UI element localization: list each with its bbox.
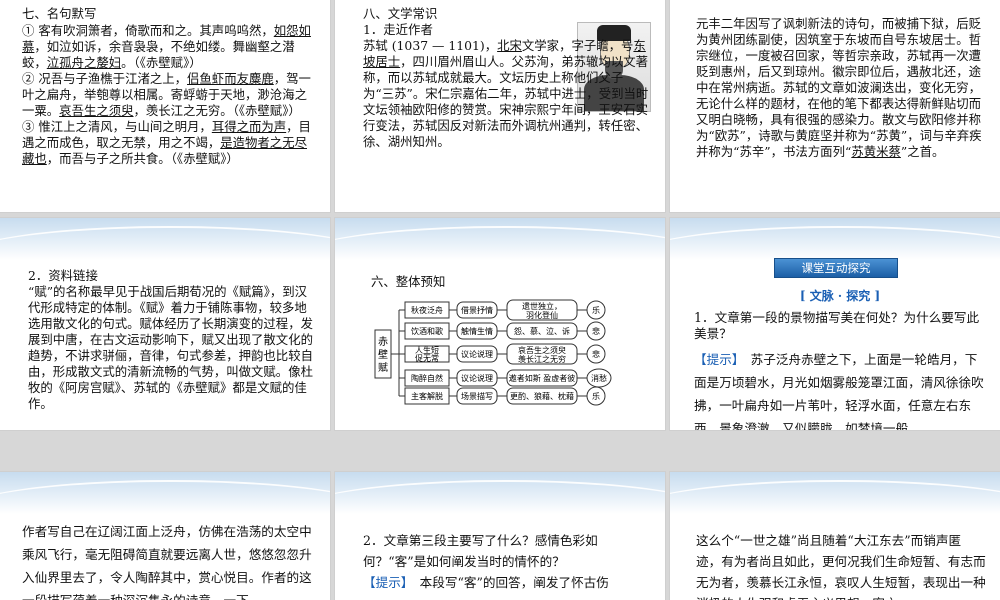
node-emotion-label: 乐 [592, 391, 600, 401]
node-emotion-label: 悲 [592, 349, 600, 359]
slide-answer-continued[interactable]: 作者写自己在辽阔江面上泛舟，仿佛在浩荡的太空中乘风飞行，毫无阻碍简直就要远离人世… [0, 472, 330, 600]
author-bio-continued: 元丰二年因写了讽刺新法的诗句，而被捕下狱，后贬为黄州团练副使，因筑室于东坡而自号… [696, 16, 986, 160]
slide-question-2[interactable]: 2．文章第三段主要写了什么？感情色彩如何？“客”是如何阐发当时的情怀的？ 【提示… [335, 472, 665, 600]
slide-author-continued[interactable]: 元丰二年因写了讽刺新法的诗句，而被捕下狱，后贬为黄州团练副使，因筑室于东坡而自号… [670, 0, 1000, 212]
header-band [335, 472, 665, 514]
text: 文学家，字子瞻，号 [521, 38, 634, 53]
node-content-label: 更酌、狼藉、枕藉 [510, 391, 574, 401]
node-method-label: 议论说理 [461, 349, 493, 359]
slide-class-inquiry[interactable]: 课堂互动探究 [ 文脉 · 探究 ] 1．文章第一段的景物描写美在何处？为什么要… [670, 218, 1000, 430]
root-char-3: 赋 [378, 362, 388, 374]
slide-content: 2．文章第三段主要写了什么？感情色彩如何？“客”是如何阐发当时的情怀的？ 【提示… [363, 530, 651, 593]
text: 苏轼 (1037 — 1101)， [363, 38, 498, 53]
section-heading: 八、文学常识 [363, 6, 438, 21]
slide-content: 作者写自己在辽阔江面上泛舟，仿佛在浩荡的太空中乘风飞行，毫无阻碍简直就要远离人世… [22, 520, 316, 600]
node-section-label: 主客解脱 [411, 391, 443, 401]
diagram-row: 主客解脱 场景描写 更酌、狼藉、枕藉 乐 [399, 386, 606, 406]
analysis-body: 这么个“一世之雄”尚且随着“大江东去”而销声匿迹，有为者尚且如此，更何况我们生命… [696, 533, 986, 600]
answer-blank: 北宋 [497, 38, 522, 53]
node-content-label: 怨、慕、泣、诉 [514, 326, 570, 336]
answer-blank: 泣孤舟之嫠妇 [46, 55, 122, 70]
diagram-root: 赤 壁 赋 [374, 310, 400, 396]
diagram-row: 人生短促无常 议论说理 哀吾生之须臾羡长江之无穷悲 [399, 343, 606, 365]
diagram-row: 陶醉自然 议论说理 遨者如斯 盈虚者彼 消愁 [399, 368, 612, 388]
slide-content: 这么个“一世之雄”尚且随着“大江东去”而销声匿迹，有为者尚且如此，更何况我们生命… [696, 530, 986, 600]
answer-body: 作者写自己在辽阔江面上泛舟，仿佛在浩荡的太空中乘风飞行，毫无阻碍简直就要远离人世… [22, 524, 312, 600]
node-content-label: 羽化登仙 [526, 310, 558, 320]
text: ① 客有吹洞箫者，倚歌而和之。其声呜呜然， [22, 23, 274, 38]
node-method-label: 议论说理 [461, 373, 493, 383]
slide-content: 七、名句默写 ① 客有吹洞箫者，倚歌而和之。其声呜呜然，如怨如慕，如泣如诉，余音… [22, 6, 316, 167]
node-content-label: 羡长江之无穷 [518, 354, 566, 364]
slide-reference-material[interactable]: 2．资料链接 “赋”的名称最早见于战国后期荀况的《赋篇》，到汉代形成特定的体制。… [0, 218, 330, 430]
diagram-row: 秋夜泛舟 借景抒情 遗世独立，羽化登仙 乐 [399, 299, 606, 321]
quote-1: ① 客有吹洞箫者，倚歌而和之。其声呜呜然，如怨如慕，如泣如诉，余音袅袅，不绝如缕… [22, 23, 316, 71]
answer-blank: 苏黄米蔡 [851, 144, 901, 159]
node-emotion-label: 悲 [592, 326, 600, 336]
quote-3: ③ 惟江上之清风，与山间之明月，耳得之而为声，目遇之而成色，取之无禁，用之不竭，… [22, 119, 316, 167]
text: ，羡长江之无穷。（《赤壁赋》） [133, 103, 301, 118]
slide-analysis-continued[interactable]: 这么个“一世之雄”尚且随着“大江东去”而销声匿迹，有为者尚且如此，更何况我们生命… [670, 472, 1000, 600]
text: 本段写“客”的回答，阐发了怀古伤 [407, 575, 609, 590]
node-content-label: 遨者如斯 盈虚者彼 [509, 373, 576, 383]
node-section-label: 饮酒和歌 [411, 326, 443, 336]
node-method-label: 触情生情 [461, 326, 493, 336]
node-content-label: 遗世独立， [522, 301, 562, 311]
text: ② 况吾与子渔樵于江渚之上， [22, 71, 188, 86]
hint-label: 【提示】 [694, 352, 739, 367]
reference-body: “赋”的名称最早见于战国后期荀况的《赋篇》，到汉代形成特定的体制。《赋》着力于铺… [28, 284, 313, 411]
slide-content: 2．资料链接 “赋”的名称最早见于战国后期荀况的《赋篇》，到汉代形成特定的体制。… [28, 268, 316, 412]
answer-blank: 哀吾生之须臾 [59, 103, 134, 118]
text: 苏子泛舟赤壁之下，上面是一轮皓月，下面是万顷碧水，月光如烟雾般笼罩江面，清风徐徐… [694, 352, 984, 430]
text: ”之首。 [900, 144, 945, 159]
quote-2: ② 况吾与子渔樵于江渚之上，侣鱼虾而友麋鹿，驾一叶之扁舟，举匏尊以相属。寄蜉蝣于… [22, 71, 316, 119]
header-band [0, 218, 330, 260]
root-char-2: 壁 [378, 348, 388, 361]
node-section-label: 陶醉自然 [411, 373, 443, 383]
text: 元丰二年因写了讽刺新法的诗句，而被捕下狱，后贬为黄州团练副使，因筑室于东坡而自号… [696, 16, 982, 159]
slide-overall-preview[interactable]: 六、整体预知 赤 壁 赋 秋夜泛舟 借景抒情 遗世独立， 羽化登仙乐饮酒和歌 触情生情怨… [335, 218, 665, 430]
section-heading: 七、名句默写 [22, 6, 97, 21]
slide-content: 元丰二年因写了讽刺新法的诗句，而被捕下狱，后贬为黄州团练副使，因筑室于东坡而自号… [696, 16, 986, 160]
text: 。（《赤壁赋》） [121, 55, 202, 70]
slide-literary-knowledge[interactable]: 八、文学常识 1．走近作者 苏轼 (1037 — 1101)，北宋文学家，字子瞻… [335, 0, 665, 212]
text: ，四川眉州眉山人。父苏洵，弟苏辙均以文著称，而以苏轼成就最大。文坛历史上称他们父… [363, 54, 649, 149]
text: ③ 惟江上之清风，与山间之明月， [22, 119, 212, 134]
section-heading: 2．资料链接 [28, 268, 98, 283]
slide-content: [ 文脉 · 探究 ] 1．文章第一段的景物描写美在何处？为什么要写此美景？ 【… [694, 288, 986, 430]
section-badge[interactable]: 课堂互动探究 [774, 258, 898, 278]
question-1: 1．文章第一段的景物描写美在何处？为什么要写此美景？ [694, 310, 980, 341]
slide-famous-lines[interactable]: 七、名句默写 ① 客有吹洞箫者，倚歌而和之。其声呜呜然，如怨如慕，如泣如诉，余音… [0, 0, 330, 212]
answer-2: 【提示】 本段写“客”的回答，阐发了怀古伤 [363, 572, 651, 593]
header-band [0, 472, 330, 514]
header-band [670, 472, 1000, 514]
question-2: 2．文章第三段主要写了什么？感情色彩如何？“客”是如何阐发当时的情怀的？ [363, 533, 598, 569]
sub-heading: [ 文脉 · 探究 ] [799, 289, 881, 303]
author-bio: 苏轼 (1037 — 1101)，北宋文学家，字子瞻，号东坡居士，四川眉州眉山人… [363, 38, 651, 150]
node-emotion-label: 消愁 [591, 373, 607, 383]
node-content-label: 哀吾生之须臾 [518, 345, 566, 355]
diagram-row: 饮酒和歌 触情生情 怨、慕、泣、诉 悲 [399, 321, 606, 341]
answer-blank: 侣鱼虾而友麋鹿 [187, 71, 274, 86]
answer-blank: 耳得之而为声 [211, 119, 287, 134]
node-section-label: 促无常 [415, 353, 439, 363]
slide-content: 八、文学常识 1．走近作者 苏轼 (1037 — 1101)，北宋文学家，字子瞻… [363, 6, 651, 150]
text: ，而吾与子之所共食。（《赤壁赋》） [46, 151, 239, 166]
root-char-1: 赤 [378, 336, 388, 348]
node-method-label: 场景描写 [461, 391, 493, 401]
structure-diagram: 赤 壁 赋 秋夜泛舟 借景抒情 遗世独立，羽化登仙乐饮酒和歌 触情生情 怨、慕、泣、诉悲… [374, 299, 612, 406]
answer-1: 【提示】 苏子泛舟赤壁之下，上面是一轮皓月，下面是万顷碧水，月光如烟雾般笼罩江面… [694, 348, 986, 430]
node-method-label: 借景抒情 [461, 305, 493, 315]
node-section-label: 秋夜泛舟 [411, 305, 443, 315]
node-emotion-label: 乐 [592, 305, 600, 315]
hint-label: 【提示】 [363, 575, 408, 590]
header-band [670, 218, 1000, 260]
sub-heading: 1．走近作者 [363, 22, 433, 37]
